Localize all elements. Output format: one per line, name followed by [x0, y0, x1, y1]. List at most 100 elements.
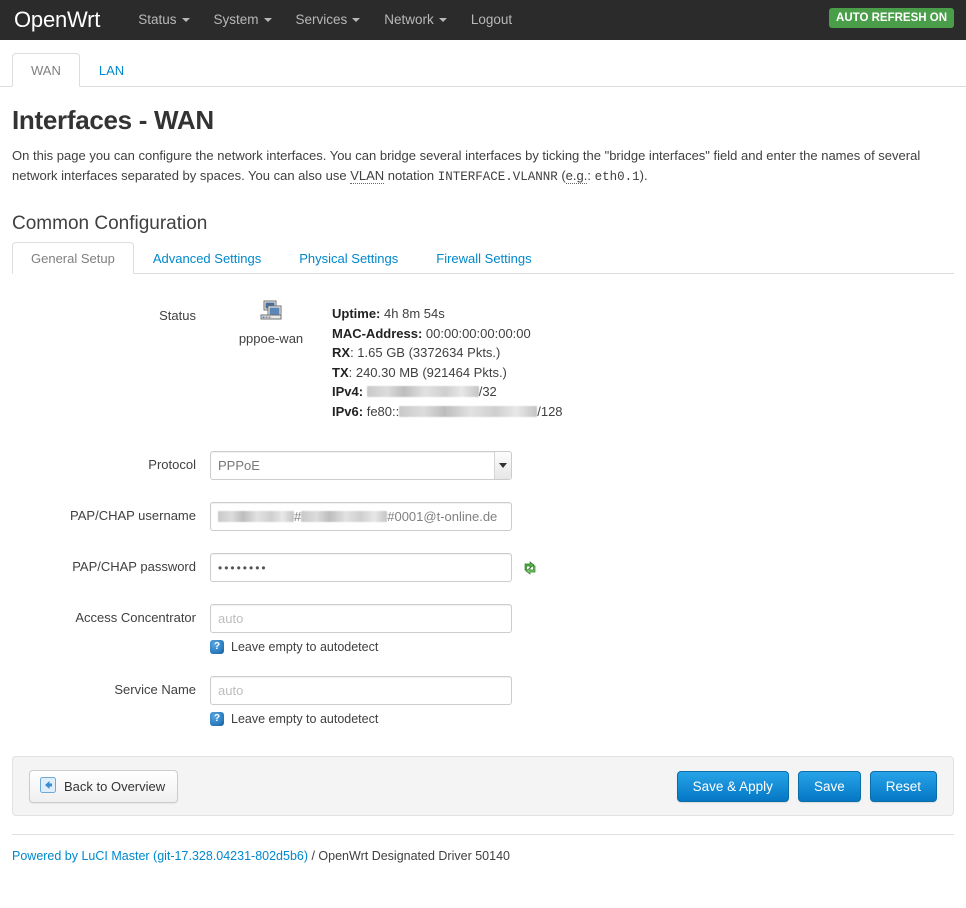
access-concentrator-input[interactable] — [210, 604, 512, 633]
help-icon: ? — [210, 640, 224, 654]
status-ipv4-key: IPv4: — [332, 384, 364, 399]
page-description-text-2: notation — [384, 168, 438, 183]
reload-password-icon[interactable] — [522, 560, 538, 576]
chevron-down-icon — [181, 18, 190, 23]
protocol-row: Protocol PPPoE — [12, 451, 954, 480]
password-row: PAP/CHAP password •••••••• — [12, 553, 954, 582]
status-ipv4-row: IPv4: /32 — [332, 382, 563, 402]
access-concentrator-label: Access Concentrator — [75, 610, 196, 625]
status-rx-value: : 1.65 GB (3372634 Pkts.) — [350, 345, 501, 360]
status-ipv4-redacted-value — [366, 386, 479, 397]
nav-item-logout[interactable]: Logout — [459, 0, 524, 40]
back-arrow-icon — [40, 776, 56, 796]
eg-abbreviation: e.g. — [565, 168, 588, 184]
status-details: Uptime: 4h 8m 54s MAC-Address: 00:00:00:… — [332, 296, 563, 421]
interface-tabs: WAN LAN — [0, 40, 966, 87]
tab-lan[interactable]: LAN — [80, 53, 143, 87]
nav-item-services-label: Services — [295, 12, 348, 27]
page-description-text-3: ( — [557, 168, 566, 183]
username-row: PAP/CHAP username # #0001@t-online.de — [12, 502, 954, 531]
auto-refresh-toggle[interactable]: AUTO REFRESH ON — [829, 8, 954, 28]
back-to-overview-label: Back to Overview — [64, 778, 166, 794]
username-redacted-part-1 — [218, 511, 294, 522]
password-input[interactable]: •••••••• — [210, 553, 512, 582]
nav-item-status[interactable]: Status — [126, 0, 201, 40]
ethernet-interface-icon — [259, 300, 283, 325]
vlan-abbreviation: VLAN — [350, 168, 385, 184]
nav-item-network-label: Network — [384, 12, 434, 27]
chevron-down-icon — [263, 18, 272, 23]
section-title: Common Configuration — [12, 213, 208, 234]
status-mac-key: MAC-Address: — [332, 325, 423, 341]
luci-version-link[interactable]: Powered by LuCI Master (git-17.328.04231… — [12, 849, 308, 863]
subtab-firewall-settings[interactable]: Firewall Settings — [417, 242, 550, 274]
status-ipv6-prefix: fe80:: — [366, 403, 400, 419]
chevron-down-icon — [438, 18, 447, 23]
status-ipv4-suffix: /32 — [478, 384, 497, 399]
eth0-code: eth0.1 — [594, 170, 640, 184]
username-input[interactable]: # #0001@t-online.de — [210, 502, 512, 531]
page-description-text-5: ). — [639, 168, 648, 183]
status-ipv6-redacted-value — [399, 405, 538, 417]
status-row: Status pppoe-wan Uptime: 4h 8m 54s MAC-A… — [12, 296, 954, 421]
action-bar: Back to Overview Save & Apply Save Reset — [12, 756, 954, 816]
back-to-overview-button[interactable]: Back to Overview — [29, 769, 179, 803]
access-concentrator-hint: ? Leave empty to autodetect — [210, 640, 954, 654]
status-tx-key: TX — [332, 364, 349, 380]
status-mac-row: MAC-Address: 00:00:00:00:00:00 — [332, 324, 563, 344]
nav-item-system-label: System — [213, 12, 259, 27]
nav-item-services[interactable]: Services — [284, 0, 373, 40]
configuration-subtabs: General Setup Advanced Settings Physical… — [12, 242, 954, 274]
status-mac-value: 00:00:00:00:00:00 — [425, 325, 531, 341]
page-description-text-4: : — [587, 168, 595, 183]
password-masked-value: •••••••• — [218, 560, 268, 575]
service-name-input[interactable] — [210, 676, 512, 705]
password-label: PAP/CHAP password — [72, 559, 196, 574]
service-name-row: Service Name ? Leave empty to autodetect — [12, 676, 954, 726]
top-navigation-bar: OpenWrt Status System Services Network L… — [0, 0, 966, 40]
access-concentrator-hint-text: Leave empty to autodetect — [231, 640, 379, 654]
username-visible-tail: #0001@t-online.de — [387, 509, 498, 524]
subtab-general-setup[interactable]: General Setup — [12, 242, 134, 274]
interface-name: pppoe-wan — [238, 331, 304, 346]
service-name-label: Service Name — [114, 682, 196, 697]
firmware-version-text: / OpenWrt Designated Driver 50140 — [308, 849, 510, 863]
protocol-label: Protocol — [148, 457, 196, 472]
username-separator: # — [294, 509, 302, 524]
subtab-advanced-settings[interactable]: Advanced Settings — [134, 242, 280, 274]
chevron-down-icon — [352, 18, 361, 23]
form-action-buttons: Save & Apply Save Reset — [676, 770, 937, 802]
nav-item-status-label: Status — [138, 12, 177, 27]
page-title: Interfaces - WAN — [12, 105, 214, 135]
interface-summary: pppoe-wan — [210, 296, 332, 346]
username-label: PAP/CHAP username — [70, 508, 196, 523]
status-uptime-key: Uptime: — [332, 306, 381, 321]
nav-item-system[interactable]: System — [202, 0, 284, 40]
status-tx-value: : 240.30 MB (921464 Pkts.) — [348, 364, 507, 380]
help-icon: ? — [210, 712, 224, 726]
status-ipv6-row: IPv6: fe80::/128 — [332, 402, 563, 422]
page-footer: Powered by LuCI Master (git-17.328.04231… — [12, 834, 954, 863]
subtab-physical-settings[interactable]: Physical Settings — [280, 242, 417, 274]
status-uptime-row: Uptime: 4h 8m 54s — [332, 304, 563, 324]
status-uptime-value: 4h 8m 54s — [384, 306, 445, 321]
interface-vlannr-code: INTERFACE.VLANNR — [437, 170, 558, 184]
status-rx-key: RX — [332, 345, 351, 360]
service-name-hint: ? Leave empty to autodetect — [210, 712, 954, 726]
status-label: Status — [159, 308, 196, 323]
protocol-select[interactable]: PPPoE — [210, 451, 512, 480]
status-ipv6-suffix: /128 — [537, 403, 563, 419]
tab-wan[interactable]: WAN — [12, 53, 80, 87]
nav-item-network[interactable]: Network — [372, 0, 459, 40]
reset-button[interactable]: Reset — [869, 770, 937, 802]
page-description: On this page you can configure the netwo… — [12, 146, 947, 187]
protocol-select-wrapper: PPPoE — [210, 451, 512, 480]
brand-logo[interactable]: OpenWrt — [14, 7, 100, 33]
username-redacted-part-2 — [301, 511, 388, 522]
status-ipv6-key: IPv6: — [332, 403, 364, 419]
access-concentrator-row: Access Concentrator ? Leave empty to aut… — [12, 604, 954, 654]
status-rx-row: RX: 1.65 GB (3372634 Pkts.) — [332, 343, 563, 363]
save-button[interactable]: Save — [797, 770, 861, 802]
save-apply-button[interactable]: Save & Apply — [676, 770, 789, 802]
status-tx-row: TX: 240.30 MB (921464 Pkts.) — [332, 363, 563, 383]
